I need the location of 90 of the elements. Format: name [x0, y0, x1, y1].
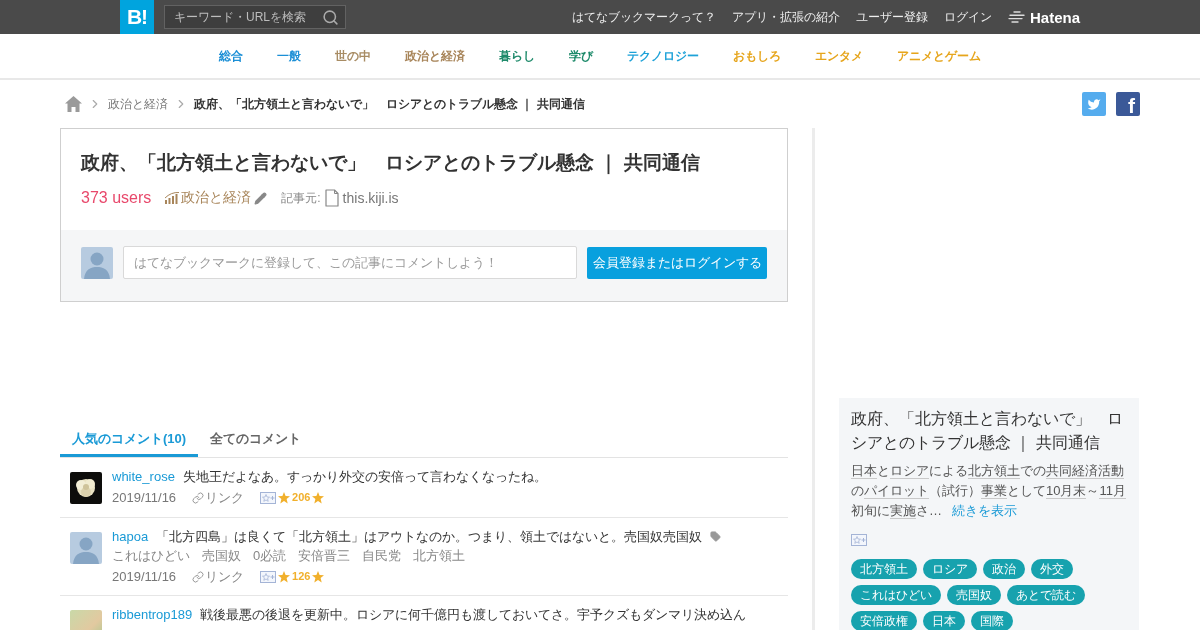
bar-chart-icon [165, 192, 180, 204]
nav-link[interactable]: ログイン [943, 8, 992, 26]
breadcrumb-link[interactable]: 政治と経済 [108, 95, 168, 113]
keyword-link[interactable]: 11月 [1099, 483, 1126, 499]
brand-link[interactable]: Hatena [1007, 8, 1080, 26]
category-link[interactable]: テクノロジー [627, 47, 699, 65]
keyword-link[interactable]: 日本 [851, 463, 877, 479]
tag-pill[interactable]: 売国奴 [947, 585, 1001, 605]
tag-link[interactable]: 安倍晋三 [298, 548, 351, 563]
home-icon[interactable] [65, 96, 82, 112]
keyword-link[interactable]: パイロット [864, 483, 929, 499]
link-icon [192, 570, 205, 583]
comment-date: 2019/11/16 [112, 568, 177, 586]
keyword-link[interactable]: 北方領土 [968, 463, 1020, 479]
pencil-icon[interactable] [254, 191, 268, 205]
username-link[interactable]: ribbentrop189 [112, 607, 193, 622]
source-link[interactable]: this.kiji.is [324, 189, 399, 207]
tag-pill[interactable]: 政治 [983, 559, 1025, 579]
stripes-icon [1007, 11, 1026, 23]
comment-input[interactable]: はてなブックマークに登録して、この記事にコメントしよう！ [123, 246, 577, 279]
keyword-link[interactable]: 共同 [1046, 463, 1072, 479]
permalink-link[interactable]: リンク [192, 488, 245, 507]
tag-pill[interactable]: 日本 [923, 611, 965, 630]
comment-text: 「北方四島」は良くて「北方領土」はアウトなのか。つまり、領土ではないと。売国奴売国奴 [156, 529, 703, 544]
comment-text: 失地王だよなあ。すっかり外交の安倍って言わなくなったね。 [182, 469, 547, 484]
source-label: 記事元: [281, 189, 321, 207]
share-button[interactable]: f [1116, 92, 1140, 116]
star-icon [312, 570, 325, 583]
comment-tab[interactable]: 全てのコメント [198, 421, 314, 457]
star-icon [278, 491, 291, 504]
keyword-link[interactable]: 10月末 [1046, 483, 1087, 499]
category-link[interactable]: 暮らし [499, 47, 535, 65]
category-link[interactable]: 学び [569, 47, 593, 65]
star-plus-icon[interactable] [260, 491, 277, 504]
username-link[interactable]: hapoa [112, 529, 149, 544]
tag-icon [710, 531, 722, 542]
nav-link[interactable]: はてなブックマークって？ [571, 8, 716, 26]
star-count: 126 [292, 569, 311, 584]
comment-text: 戦後最悪の後退を更新中。ロシアに何千億円も渡しておいてさ。宇予クズもダンマリ決め込ん [200, 607, 747, 622]
keyword-link[interactable]: 事業 [981, 483, 1007, 499]
document-icon [324, 189, 339, 207]
category-link[interactable]: 政治と経済 [165, 189, 252, 207]
comment-tab[interactable]: 人気のコメント(10) [60, 421, 199, 457]
star-icon [312, 491, 325, 504]
category-link[interactable]: 総合 [219, 47, 243, 65]
category-link[interactable]: おもしろ [733, 47, 781, 65]
star-plus-icon[interactable] [260, 570, 277, 583]
nav-link[interactable]: ユーザー登録 [855, 8, 928, 26]
tag-link[interactable]: 0必読 [253, 548, 287, 563]
category-link[interactable]: エンタメ [815, 47, 863, 65]
username-link[interactable]: white_rose [112, 469, 175, 484]
keyword-link[interactable]: 経済活動 [1072, 463, 1124, 479]
tag-pill[interactable]: 国際 [971, 611, 1013, 630]
flower-avatar-icon [70, 472, 102, 504]
tag-pill[interactable]: 安倍政権 [851, 611, 917, 630]
star-icon [278, 570, 291, 583]
star-plus-icon[interactable] [851, 534, 867, 546]
category-link[interactable]: 世の中 [335, 47, 371, 65]
article-summary: 日本 と ロシアによる北方領土での共同経済活動 のパイロット（試行）事業 として10月末～11月 初旬に実施さ… 続きを表示 [851, 462, 1127, 521]
permalink-link[interactable]: リンク [192, 567, 245, 586]
tag-pill[interactable]: これはひどい [851, 585, 941, 605]
category-link[interactable]: アニメとゲーム [897, 47, 981, 65]
nav-link[interactable]: アプリ・拡張の紹介 [731, 8, 840, 26]
tag-link[interactable]: 北方領土 [413, 548, 466, 563]
tag-pill[interactable]: 外交 [1031, 559, 1073, 579]
category-link[interactable]: 一般 [277, 47, 301, 65]
avatar-icon [70, 532, 102, 564]
tag-link[interactable]: これはひどい [112, 548, 190, 563]
search-icon[interactable] [322, 8, 339, 26]
star-count: 206 [292, 490, 311, 505]
tag-pill[interactable]: 北方領土 [851, 559, 917, 579]
signup-button[interactable]: 会員登録またはログインする [587, 246, 767, 279]
tag-link[interactable]: 自民党 [362, 548, 402, 563]
search-field[interactable]: キーワード・URLを検索 [164, 5, 346, 29]
keyword-link[interactable]: ロシア [890, 463, 929, 479]
keyword-link[interactable]: 実施 [890, 503, 916, 519]
bird-icon[interactable] [1082, 92, 1106, 116]
category-link[interactable]: 政治と経済 [405, 47, 465, 65]
breadcrumb-current: 政府、「北方領土と言わないで」 ロシアとのトラブル懸念 ｜ 共同通信 [194, 95, 585, 113]
logo[interactable]: B! [120, 0, 154, 34]
link-icon [192, 491, 205, 504]
tag-pill[interactable]: あとで読む [1007, 585, 1085, 605]
show-more-link[interactable]: 続きを表示 [952, 503, 1017, 518]
tag-pill[interactable]: ロシア [923, 559, 977, 579]
users-count[interactable]: 373 users [81, 189, 152, 207]
sidebar-title: 政府、「北方領土と言わないで」 ロシアとのトラブル懸念 ｜ 共同通信 [851, 409, 1124, 454]
tag-link[interactable]: 売国奴 [202, 548, 241, 563]
comment-date: 2019/11/16 [112, 489, 177, 507]
avatar-icon [81, 246, 113, 279]
entry-title: 政府、「北方領土と言わないで」 ロシアとのトラブル懸念 ｜ 共同通信 [81, 151, 701, 176]
